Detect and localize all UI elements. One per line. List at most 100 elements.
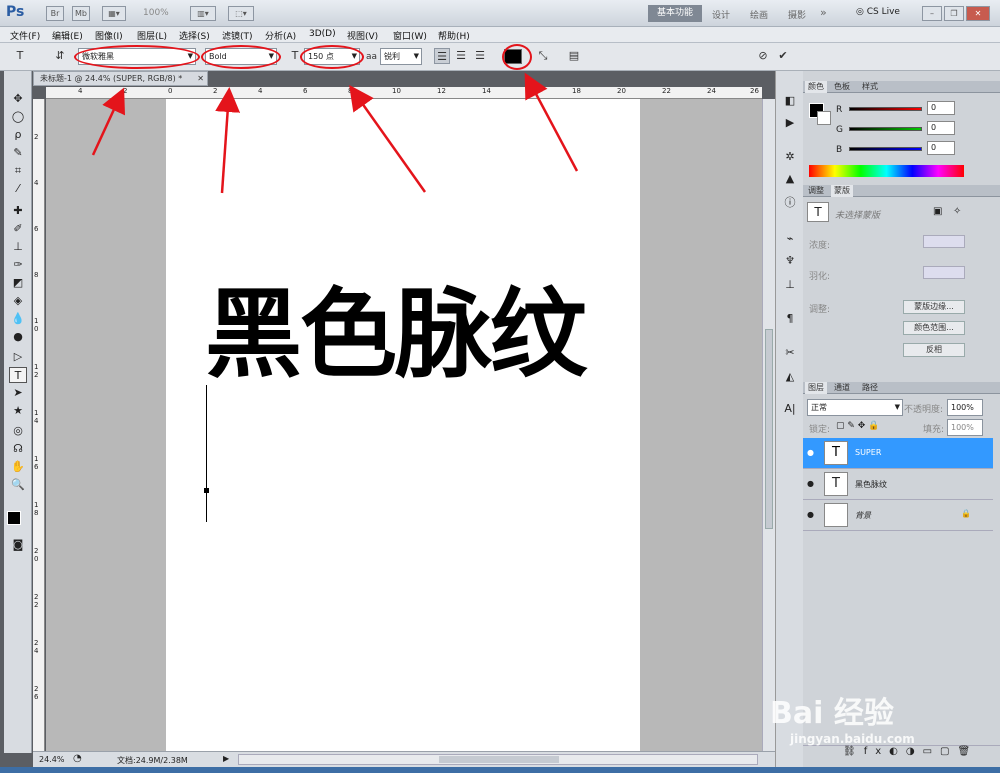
layer-row[interactable]: ● T 黑色脉纹 [803, 469, 993, 500]
antialias-select[interactable]: 锐利 ▼ [380, 48, 422, 65]
invert-button[interactable]: 反相 [903, 343, 965, 357]
brushes-icon[interactable]: ⌁ [781, 231, 799, 247]
animation-icon[interactable]: ◭ [781, 369, 799, 385]
vertical-scrollbar[interactable] [762, 99, 775, 751]
info-icon[interactable]: ⓘ [781, 195, 799, 211]
workspace-photography[interactable]: 摄影 [788, 8, 806, 21]
cancel-icon[interactable]: ⊘ [755, 48, 771, 64]
commit-icon[interactable]: ✔ [775, 48, 791, 64]
r-value[interactable]: 0 [927, 101, 955, 115]
density-field[interactable] [923, 235, 965, 248]
pen-tool-icon[interactable]: ▷ [9, 349, 27, 365]
marquee-tool-icon[interactable]: ◯ [9, 109, 27, 125]
canvas-text-layer[interactable]: 黑色脉纹 [205, 280, 587, 390]
arrange-docs-icon[interactable]: ▥▾ [190, 6, 216, 21]
blend-mode-select[interactable]: 正常 ▼ [807, 399, 903, 416]
menu-analysis[interactable]: 分析(A) [265, 29, 296, 42]
menu-window[interactable]: 窗口(W) [393, 29, 427, 42]
tab-layers[interactable]: 图层 [805, 382, 827, 394]
align-center-icon[interactable]: ☰ [453, 48, 469, 64]
shape-tool-icon[interactable]: ★ [9, 403, 27, 419]
path-select-tool-icon[interactable]: ➤ [9, 385, 27, 401]
bg-color-chip[interactable] [817, 111, 831, 125]
pixel-mask-icon[interactable]: ▣ [933, 206, 942, 217]
g-slider[interactable] [849, 127, 922, 131]
tab-swatches[interactable]: 色板 [831, 81, 853, 93]
status-zoom[interactable]: 24.4% [39, 755, 64, 764]
history-brush-tool-icon[interactable]: ✑ [9, 257, 27, 273]
workspace-design[interactable]: 设计 [712, 8, 730, 21]
close-button[interactable]: ✕ [966, 6, 990, 21]
3d-orbit-tool-icon[interactable]: ☊ [9, 441, 27, 457]
tab-channels[interactable]: 通道 [831, 382, 853, 394]
menu-image[interactable]: 图像(I) [95, 29, 123, 42]
tab-paths[interactable]: 路径 [859, 382, 881, 394]
close-tab-icon[interactable]: ✕ [197, 72, 204, 85]
eye-icon[interactable]: ● [807, 448, 814, 457]
tab-masks[interactable]: 蒙版 [831, 185, 853, 197]
status-menu-arrow-icon[interactable]: ▶ [223, 754, 229, 763]
tab-color[interactable]: 颜色 [805, 81, 827, 93]
b-slider[interactable] [849, 147, 922, 151]
actions-icon[interactable]: ▶ [781, 115, 799, 131]
lasso-tool-icon[interactable]: ρ [9, 127, 27, 143]
minibridge-icon[interactable]: Mb [72, 6, 90, 21]
layer-row[interactable]: ● 背景 🔒 [803, 500, 993, 531]
opacity-field[interactable]: 100% [947, 399, 983, 416]
menu-filter[interactable]: 滤镜(T) [222, 29, 253, 42]
clone-source-icon[interactable]: ♆ [781, 253, 799, 269]
lock-icons[interactable]: ▢ ✎ ✥ 🔒 [836, 421, 879, 431]
3d-panel-icon[interactable]: ✂ [781, 345, 799, 361]
r-slider[interactable] [849, 107, 922, 111]
fill-field[interactable]: 100% [947, 419, 983, 436]
eye-icon[interactable]: ● [807, 510, 814, 519]
horizontal-scrollbar[interactable] [238, 754, 758, 765]
healing-tool-icon[interactable]: ✚ [9, 203, 27, 219]
hand-tool-icon[interactable]: ✋ [9, 459, 27, 475]
type-tool-icon[interactable]: T [9, 367, 27, 383]
restore-button[interactable]: ❐ [944, 6, 964, 21]
dodge-tool-icon[interactable]: ● [9, 329, 27, 345]
quick-select-tool-icon[interactable]: ✎ [9, 145, 27, 161]
h-scroll-thumb[interactable] [439, 756, 559, 763]
layer-row[interactable]: ● T SUPER [803, 438, 993, 469]
cs-live-button[interactable]: ◎ CS Live [856, 7, 900, 17]
vector-mask-icon[interactable]: ✧ [953, 206, 961, 217]
align-right-icon[interactable]: ☰ [472, 48, 488, 64]
brush-tool-icon[interactable]: ✐ [9, 221, 27, 237]
mask-edge-button[interactable]: 蒙版边缘... [903, 300, 965, 314]
color-range-button[interactable]: 颜色范围... [903, 321, 965, 335]
paint-bucket-tool-icon[interactable]: ◈ [9, 293, 27, 309]
menu-view[interactable]: 视图(V) [347, 29, 378, 42]
text-tool-preset-icon[interactable]: T [12, 48, 28, 64]
screen-mode-icon[interactable]: ⬚▾ [228, 6, 254, 21]
menu-layer[interactable]: 图层(L) [137, 29, 167, 42]
tool-presets-icon[interactable]: ⊥ [781, 277, 799, 293]
minimize-button[interactable]: – [922, 6, 942, 21]
b-value[interactable]: 0 [927, 141, 955, 155]
menu-select[interactable]: 选择(S) [179, 29, 210, 42]
crop-tool-icon[interactable]: ⌗ [9, 163, 27, 179]
more-workspaces-icon[interactable]: » [820, 6, 827, 19]
zoom-tool-icon[interactable]: 🔍 [9, 477, 27, 493]
menu-help[interactable]: 帮助(H) [438, 29, 470, 42]
move-tool-icon[interactable]: ✥ [9, 91, 27, 107]
bridge-icon[interactable]: Br [46, 6, 64, 21]
character-panel-icon[interactable]: ▤ [566, 48, 582, 64]
histogram-icon[interactable]: ▲ [781, 171, 799, 187]
toggle-orientation-icon[interactable]: ⇵ [52, 48, 68, 64]
menu-file[interactable]: 文件(F) [10, 29, 40, 42]
eyedropper-tool-icon[interactable]: ⁄ [9, 181, 27, 197]
menu-edit[interactable]: 编辑(E) [52, 29, 83, 42]
scroll-thumb[interactable] [765, 329, 773, 529]
navigator-icon[interactable]: ✲ [781, 149, 799, 165]
eraser-tool-icon[interactable]: ◩ [9, 275, 27, 291]
align-left-icon[interactable]: ☰ [434, 48, 450, 64]
history-icon[interactable]: ◧ [781, 93, 799, 109]
foreground-color-swatch[interactable] [7, 511, 21, 525]
stamp-tool-icon[interactable]: ⊥ [9, 239, 27, 255]
workspace-painting[interactable]: 绘画 [750, 8, 768, 21]
workspace-essentials[interactable]: 基本功能 [648, 5, 702, 22]
tab-adjustments[interactable]: 调整 [805, 185, 827, 197]
zoom-level[interactable]: 100% [143, 8, 169, 18]
